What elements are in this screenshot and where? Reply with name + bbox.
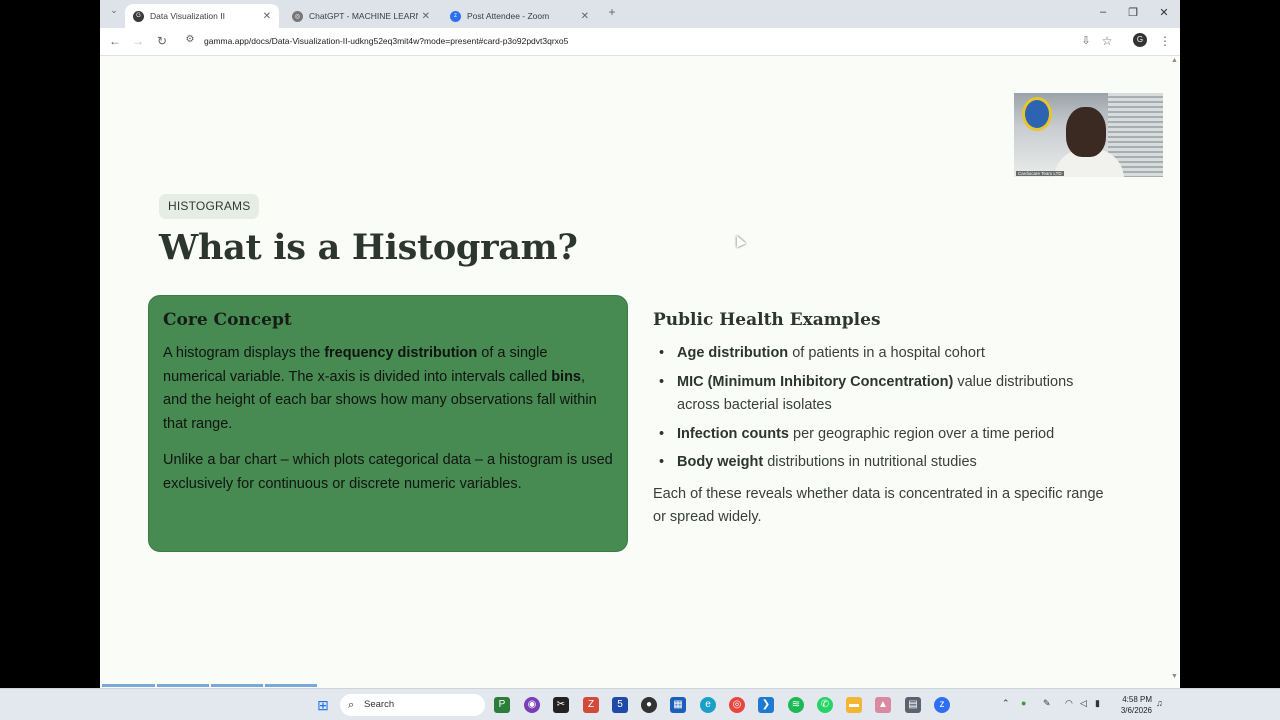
list-item: Infection counts per geographic region o…	[653, 423, 1113, 447]
battery-icon[interactable]: ▮	[1095, 698, 1100, 709]
menu-kebab-icon[interactable]: ⋮	[1157, 34, 1173, 48]
core-concept-card: Core Concept A histogram displays the fr…	[148, 295, 628, 552]
steam-icon[interactable]: ●	[641, 697, 657, 713]
app-circle-icon[interactable]: ◉	[524, 697, 540, 713]
gamma-favicon-icon: G	[133, 10, 144, 22]
bookmark-star-icon[interactable]: ☆	[1099, 34, 1115, 48]
list-item: Age distribution of patients in a hospit…	[653, 342, 1113, 366]
bold-term: bins	[551, 368, 581, 385]
spotify-icon[interactable]: ≋	[788, 697, 804, 713]
public-health-examples: Public Health Examples Age distribution …	[653, 310, 1113, 530]
examples-footer: Each of these reveals whether data is co…	[653, 485, 1104, 526]
bold-term: Infection counts	[677, 425, 789, 442]
bold-term: MIC (Minimum Inhibitory Concentration)	[677, 373, 954, 390]
scroll-down-icon[interactable]: ▼	[1171, 673, 1178, 680]
edge-icon[interactable]: e	[700, 697, 716, 713]
clock-date: 3/6/2026	[1120, 706, 1152, 715]
zoom-app-icon[interactable]: z	[934, 697, 950, 713]
minimize-icon[interactable]: –	[1093, 6, 1113, 18]
examples-heading: Public Health Examples	[653, 310, 881, 330]
windows-taskbar: ⊞ ⌕ Search P ◉ ✂ Z 5 ● ▦ e ◎ ❯ ≋ ✆ ▬ ▲ ▤…	[0, 688, 1280, 720]
list-item: MIC (Minimum Inhibitory Concentration) v…	[653, 371, 1113, 418]
browser-window: ⌄ G Data Visualization II ✕ ◎ ChatGPT - …	[100, 0, 1180, 688]
site-info-icon[interactable]: ⚙	[182, 34, 198, 45]
tab-title: Data Visualization II	[150, 11, 225, 21]
reload-icon[interactable]: ↻	[154, 34, 170, 48]
wall-logo	[1022, 97, 1052, 131]
clock-time: 4:58 PM	[1122, 695, 1152, 704]
core-concept-heading: Core Concept	[163, 310, 292, 330]
search-icon: ⌕	[348, 699, 355, 711]
app-five-icon[interactable]: 5	[612, 697, 628, 713]
calculator-icon[interactable]: ▤	[905, 697, 921, 713]
wifi-icon[interactable]: ◠	[1065, 698, 1073, 709]
bold-term: frequency distribution	[324, 345, 478, 361]
vscode-icon[interactable]: ❯	[758, 697, 774, 713]
close-tab-icon[interactable]: ✕	[263, 11, 271, 22]
windows-start-icon[interactable]: ⊞	[315, 697, 331, 713]
close-tab-icon[interactable]: ✕	[422, 11, 430, 22]
webcam-video-thumbnail[interactable]: Cardiocare Team LTD	[1014, 93, 1163, 177]
tab-chatgpt[interactable]: ◎ ChatGPT - MACHINE LEARNING ✕	[284, 4, 438, 28]
new-tab-plus-icon[interactable]: +	[604, 5, 620, 19]
window-close-icon[interactable]: ✕	[1154, 6, 1174, 19]
list-item: Body weight distributions in nutritional…	[653, 451, 1113, 475]
mouse-cursor-icon	[732, 233, 746, 248]
tab-title: Post Attendee - Zoom	[467, 11, 550, 21]
tab-data-visualization[interactable]: G Data Visualization II ✕	[125, 4, 279, 28]
photos-app-icon[interactable]: ▲	[875, 697, 891, 713]
chatgpt-favicon-icon: ◎	[292, 10, 303, 22]
profile-avatar-icon[interactable]: G	[1133, 33, 1147, 47]
zotero-icon[interactable]: Z	[583, 697, 599, 713]
capcut-icon[interactable]: ✂	[553, 697, 569, 713]
tray-pen-icon[interactable]: ✎	[1043, 698, 1051, 709]
presentation-slide: HISTOGRAMS What is a Histogram? Core Con…	[100, 57, 1169, 688]
progress-segment	[211, 684, 263, 687]
back-arrow-icon[interactable]: ←	[107, 34, 123, 48]
install-app-icon[interactable]: ⇩	[1078, 34, 1094, 47]
bold-term: Body weight	[677, 454, 764, 470]
file-explorer-icon[interactable]: ▬	[846, 697, 862, 713]
text-run: A histogram displays the	[163, 345, 325, 361]
system-clock[interactable]: 4:58 PM 3/6/2026	[1110, 694, 1152, 716]
taskbar-search[interactable]: ⌕ Search	[340, 694, 485, 716]
browser-toolbar: ← → ↻ ⚙ gamma.app/docs/Data-Visualizatio…	[100, 28, 1180, 56]
section-badge: HISTOGRAMS	[159, 194, 260, 219]
text-run: of patients in a hospital cohort	[788, 345, 985, 361]
core-concept-paragraph-1: A histogram displays the frequency distr…	[163, 342, 613, 436]
address-bar[interactable]: gamma.app/docs/Data-Visualization-II-udk…	[204, 36, 568, 46]
pycharm-icon[interactable]: P	[494, 697, 510, 713]
text-run: per geographic region over a time period	[788, 425, 1055, 442]
tray-chevron-icon[interactable]: ⌃	[1002, 698, 1010, 709]
core-concept-paragraph-2: Unlike a bar chart – which plots categor…	[163, 452, 613, 492]
examples-list: Age distribution of patients in a hospit…	[653, 342, 1113, 475]
progress-segment	[157, 684, 209, 687]
chrome-icon[interactable]: ◎	[729, 697, 745, 713]
whatsapp-icon[interactable]: ✆	[817, 697, 833, 713]
maximize-icon[interactable]: ❐	[1123, 6, 1143, 19]
tray-app-icon[interactable]: ●	[1021, 698, 1026, 708]
notification-bell-icon[interactable]: ♫	[1156, 698, 1163, 708]
tab-title: ChatGPT - MACHINE LEARNING	[309, 11, 418, 21]
zoom-favicon-icon: z	[450, 10, 461, 22]
slide-title: What is a Histogram?	[159, 227, 578, 268]
tab-zoom[interactable]: z Post Attendee - Zoom ✕	[442, 4, 597, 28]
text-run: distributions in nutritional studies	[763, 454, 977, 470]
progress-segment	[265, 684, 317, 687]
progress-segment	[102, 684, 155, 687]
search-placeholder: Search	[364, 699, 395, 710]
scrollbar[interactable]: ▲ ▼	[1169, 57, 1180, 680]
volume-icon[interactable]: ◁	[1080, 698, 1087, 709]
person-head	[1066, 107, 1106, 157]
scroll-up-icon[interactable]: ▲	[1171, 57, 1178, 64]
store-icon[interactable]: ▦	[670, 697, 686, 713]
bold-term: Age distribution	[677, 345, 789, 361]
video-caption: Cardiocare Team LTD	[1016, 171, 1064, 176]
tab-strip: ⌄ G Data Visualization II ✕ ◎ ChatGPT - …	[100, 0, 1180, 28]
close-tab-icon[interactable]: ✕	[581, 11, 589, 22]
tab-search-chevron-icon[interactable]: ⌄	[106, 5, 122, 16]
forward-arrow-icon[interactable]: →	[130, 34, 146, 48]
